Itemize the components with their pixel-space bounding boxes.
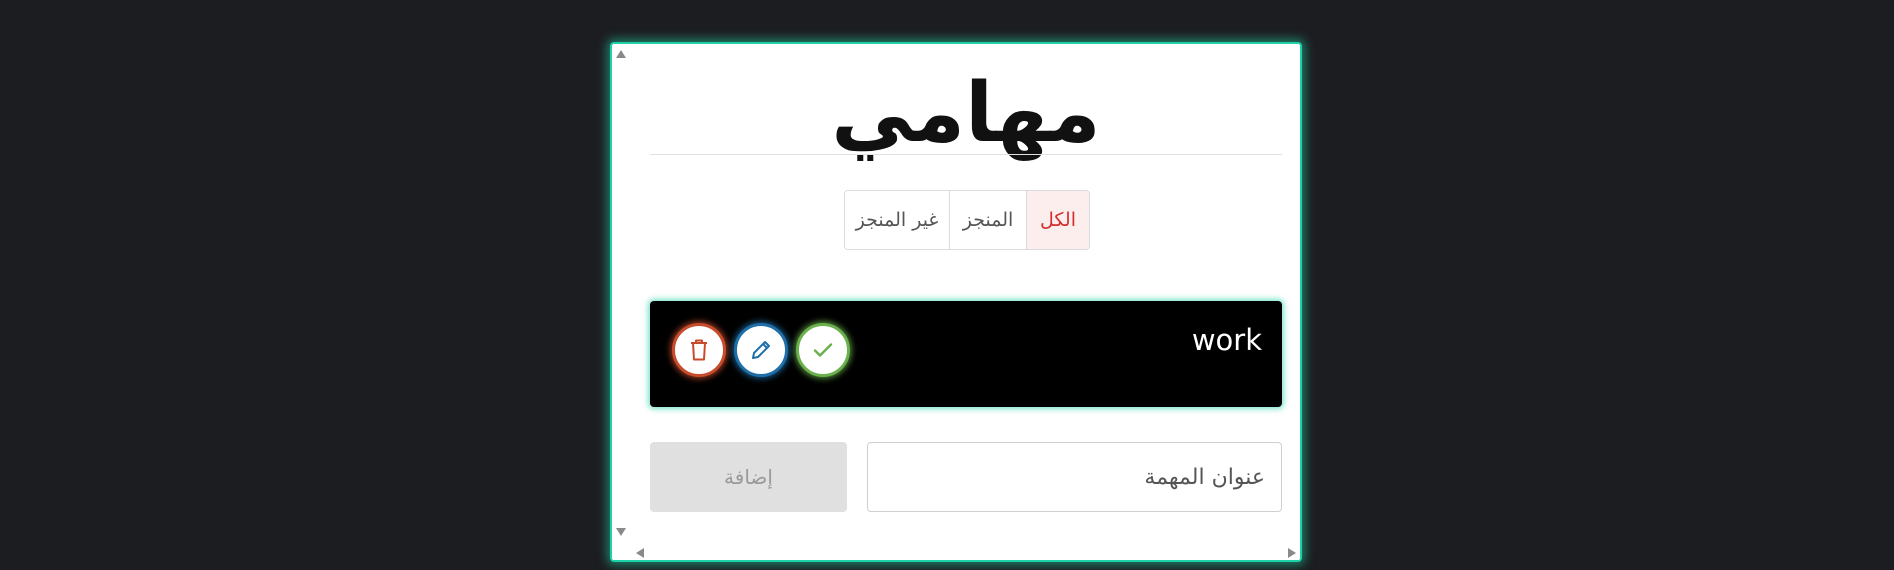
filter-done-button[interactable]: المنجز <box>950 191 1027 249</box>
task-title: work <box>1191 323 1262 357</box>
checkmark-icon <box>813 343 833 357</box>
scroll-down-arrow-icon[interactable] <box>616 528 626 536</box>
task-item: work <box>650 301 1282 407</box>
filter-all-button[interactable]: الكل <box>1027 191 1089 249</box>
filter-button-group: الكل المنجز غير المنجز <box>844 190 1090 250</box>
page-title: مهامي <box>831 66 1101 161</box>
filter-not-done-button[interactable]: غير المنجز <box>845 191 950 249</box>
complete-task-button[interactable] <box>796 323 850 377</box>
title-divider <box>650 154 1282 155</box>
task-title-input[interactable] <box>867 442 1282 512</box>
add-task-button[interactable]: إضافة <box>650 442 847 512</box>
task-actions <box>672 323 850 377</box>
edit-task-button[interactable] <box>734 323 788 377</box>
scroll-up-arrow-icon[interactable] <box>616 50 626 58</box>
todo-card: مهامي الكل المنجز غير المنجز work عنوان … <box>610 42 1302 562</box>
trash-icon <box>691 339 707 361</box>
scroll-right-arrow-icon[interactable] <box>1288 548 1296 558</box>
pencil-icon <box>752 341 770 359</box>
delete-task-button[interactable] <box>672 323 726 377</box>
scroll-left-arrow-icon[interactable] <box>636 548 644 558</box>
